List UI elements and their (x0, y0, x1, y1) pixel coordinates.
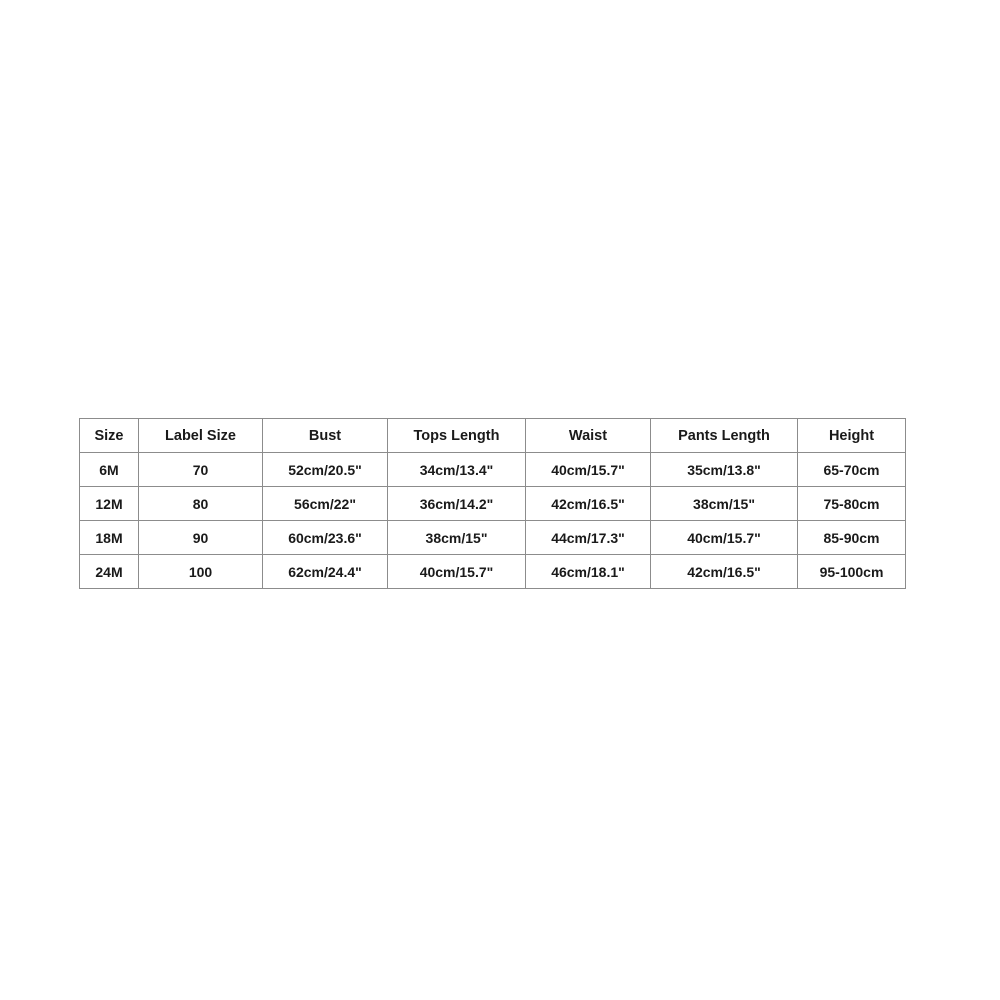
cell-size: 18M (79, 520, 139, 555)
header-waist: Waist (525, 418, 651, 453)
cell-height: 95-100cm (797, 554, 906, 589)
cell-label-size: 80 (138, 486, 263, 521)
header-size: Size (79, 418, 139, 453)
cell-pants-length: 38cm/15" (650, 486, 798, 521)
cell-waist: 44cm/17.3" (525, 520, 651, 555)
header-row: Size Label Size Bust Tops Length Waist P… (79, 418, 906, 453)
cell-waist: 46cm/18.1" (525, 554, 651, 589)
cell-label-size: 100 (138, 554, 263, 589)
cell-waist: 42cm/16.5" (525, 486, 651, 521)
cell-size: 24M (79, 554, 139, 589)
header-pants-length: Pants Length (650, 418, 798, 453)
cell-size: 6M (79, 452, 139, 487)
cell-height: 65-70cm (797, 452, 906, 487)
table-row: 24M 100 62cm/24.4" 40cm/15.7" 46cm/18.1"… (79, 554, 906, 589)
cell-tops-length: 38cm/15" (387, 520, 526, 555)
cell-tops-length: 36cm/14.2" (387, 486, 526, 521)
header-bust: Bust (262, 418, 388, 453)
header-tops-length: Tops Length (387, 418, 526, 453)
table-row: 12M 80 56cm/22" 36cm/14.2" 42cm/16.5" 38… (79, 486, 906, 521)
cell-bust: 56cm/22" (262, 486, 388, 521)
table-row: 6M 70 52cm/20.5" 34cm/13.4" 40cm/15.7" 3… (79, 452, 906, 487)
cell-size: 12M (79, 486, 139, 521)
header-height: Height (797, 418, 906, 453)
cell-pants-length: 40cm/15.7" (650, 520, 798, 555)
cell-bust: 60cm/23.6" (262, 520, 388, 555)
cell-bust: 62cm/24.4" (262, 554, 388, 589)
table-row: 18M 90 60cm/23.6" 38cm/15" 44cm/17.3" 40… (79, 520, 906, 555)
cell-tops-length: 40cm/15.7" (387, 554, 526, 589)
cell-pants-length: 35cm/13.8" (650, 452, 798, 487)
page: Size Label Size Bust Tops Length Waist P… (0, 0, 1000, 1000)
cell-label-size: 90 (138, 520, 263, 555)
cell-label-size: 70 (138, 452, 263, 487)
cell-pants-length: 42cm/16.5" (650, 554, 798, 589)
size-chart-table: Size Label Size Bust Tops Length Waist P… (79, 418, 906, 589)
cell-height: 85-90cm (797, 520, 906, 555)
cell-tops-length: 34cm/13.4" (387, 452, 526, 487)
cell-bust: 52cm/20.5" (262, 452, 388, 487)
cell-height: 75-80cm (797, 486, 906, 521)
cell-waist: 40cm/15.7" (525, 452, 651, 487)
header-label-size: Label Size (138, 418, 263, 453)
